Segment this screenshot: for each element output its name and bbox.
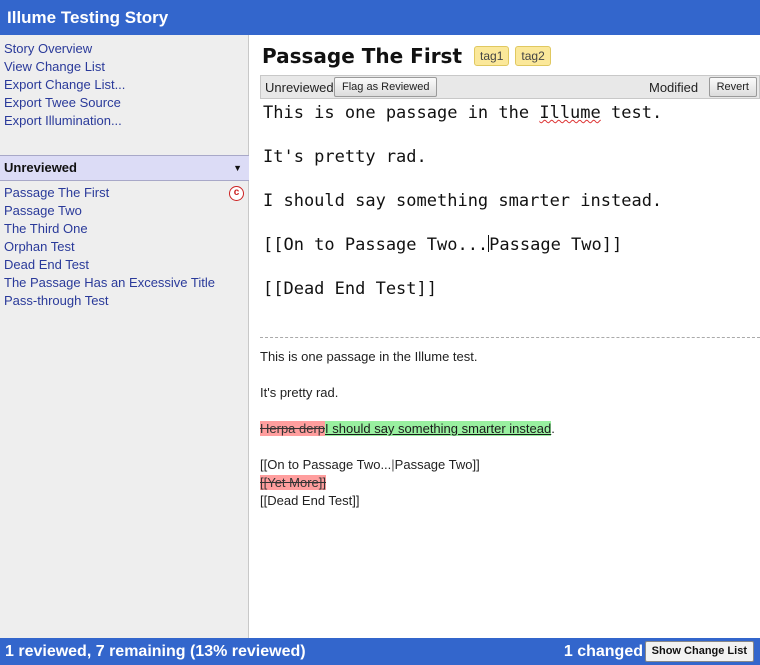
passage-item-the-third-one[interactable]: The Third One [0,220,249,238]
app-title-bar: Illume Testing Story [0,0,760,35]
view-change-list-link[interactable]: View Change List [0,58,248,76]
export-change-list-link[interactable]: Export Change List... [0,76,248,94]
passage-list: Passage The First c Passage Two The Thir… [0,184,249,310]
preview-link: [[Dead End Test]] [260,493,360,508]
passage-item-passage-two[interactable]: Passage Two [0,202,249,220]
preview-line: It's pretty rad. [260,385,339,400]
app-title: Illume Testing Story [7,8,169,27]
review-progress-text: 1 reviewed, 7 remaining (13% reviewed) [5,643,306,660]
passage-item-pass-through-test[interactable]: Pass-through Test [0,292,249,310]
tag-badge: tag1 [474,46,510,66]
export-illumination-link[interactable]: Export Illumination... [0,112,248,130]
passage-filter-dropdown[interactable]: Unreviewed ▼ [0,155,249,181]
source-line: I should say something smarter instead. [263,191,663,211]
modified-label: Modified [649,80,699,95]
inserted-text: I should say something smarter instead [325,421,552,436]
deleted-text: Herpa derp [260,421,326,436]
source-line: It's pretty rad. [263,147,427,167]
export-twee-source-link[interactable]: Export Twee Source [0,94,248,112]
passage-item-orphan-test[interactable]: Orphan Test [0,238,249,256]
sidebar-menu: Story Overview View Change List Export C… [0,35,248,130]
preview-link: [[On to Passage Two... [260,457,392,472]
show-change-list-button[interactable]: Show Change List [644,641,754,662]
caret-down-icon: ▼ [233,163,242,173]
source-line: [[On to Passage Two... [263,235,489,255]
tag-badge: tag2 [515,46,551,66]
filter-label: Unreviewed [4,160,77,175]
preview-line: This is one passage in the Illume test. [260,349,478,364]
passage-label: Passage The First [4,185,110,200]
passage-item-passage-the-first[interactable]: Passage The First c [0,184,249,202]
preview-link: Passage Two]] [394,457,480,472]
flag-as-reviewed-button[interactable]: Flag as Reviewed [334,77,438,97]
spelling-error: Illume [539,103,601,123]
preview-line: . [551,421,555,436]
story-overview-link[interactable]: Story Overview [0,40,248,58]
passage-header: Passage The First tag1 tag2 [262,44,551,72]
passage-source-text[interactable]: This is one passage in the Illume test. … [263,102,753,322]
revert-button[interactable]: Revert [708,77,757,97]
passage-title: Passage The First [262,44,463,68]
review-status-label: Unreviewed [265,80,334,95]
source-line: test. [600,103,663,123]
divider [260,337,760,338]
source-line: Passage Two]] [489,235,623,255]
passage-item-excessive-title[interactable]: The Passage Has an Excessive Title [0,274,249,292]
review-progress-bar: 1 reviewed, 7 remaining (13% reviewed) 1… [0,638,760,665]
changed-icon: c [229,186,244,201]
changed-count: 1 changed [563,643,643,660]
review-status-bar: Unreviewed Flag as Reviewed Modified Rev… [260,75,760,99]
passage-panel: Passage The First tag1 tag2 Unreviewed Fla… [250,35,760,638]
deleted-link: [[Yet More]] [260,475,326,490]
diff-preview: This is one passage in the Illume test. … [260,348,755,510]
source-line: [[Dead End Test]] [263,279,437,299]
source-line: This is one passage in the [263,103,540,123]
sidebar: Story Overview View Change List Export C… [0,35,249,638]
passage-item-dead-end-test[interactable]: Dead End Test [0,256,249,274]
